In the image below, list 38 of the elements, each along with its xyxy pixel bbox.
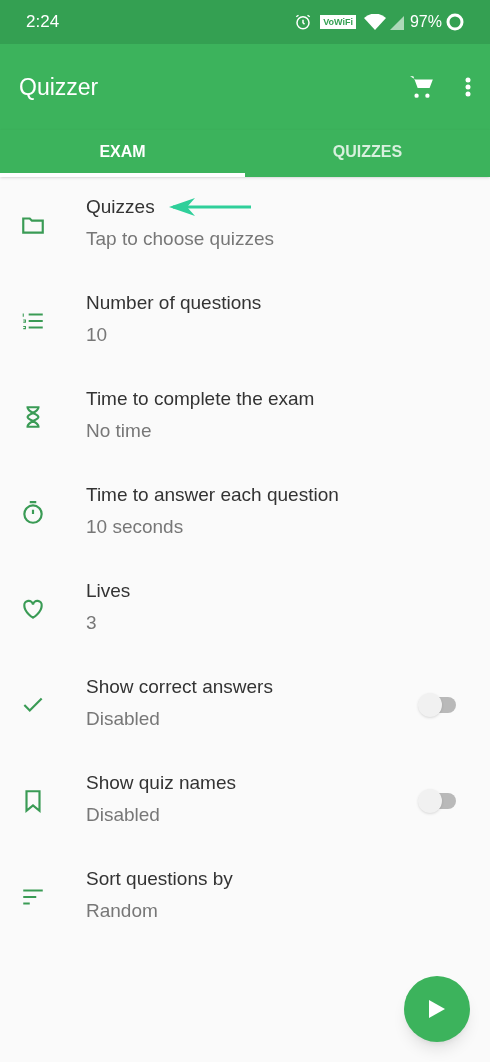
setting-title: Time to answer each question	[86, 482, 339, 507]
alarm-icon	[294, 13, 313, 31]
play-icon	[428, 999, 446, 1019]
arrow-icon	[168, 196, 253, 217]
setting-row[interactable]: Sort questions by Random	[0, 849, 490, 945]
setting-value: 3	[86, 611, 98, 635]
setting-value: Disabled	[86, 707, 161, 731]
vowifi-badge: VoWiFi	[320, 15, 356, 29]
setting-title: Time to complete the exam	[86, 386, 315, 411]
wifi-icon	[363, 14, 386, 30]
cart-icon[interactable]	[409, 74, 435, 100]
setting-value: 10 seconds	[86, 515, 185, 539]
signal-icon	[389, 14, 404, 30]
setting-value: No time	[86, 419, 153, 443]
setting-value: Disabled	[86, 803, 161, 827]
setting-title: Sort questions by	[86, 866, 233, 891]
setting-row[interactable]: Time to answer each question 10 seconds	[0, 465, 490, 561]
setting-row[interactable]: Show quiz names Disabled	[0, 753, 490, 849]
setting-title: Number of questions	[86, 290, 262, 315]
setting-title: Lives	[86, 578, 131, 603]
setting-row[interactable]: Time to complete the exam No time	[0, 369, 490, 465]
setting-title: Show correct answers	[86, 674, 273, 699]
setting-title: Show quiz names	[86, 770, 236, 795]
battery-icon	[446, 13, 464, 31]
setting-value: 10	[86, 323, 109, 347]
clock-time: 2:24	[26, 11, 60, 34]
more-options-icon[interactable]	[465, 77, 471, 97]
setting-title: Quizzes	[86, 194, 155, 219]
play-button[interactable]	[404, 976, 470, 1042]
setting-row[interactable]: Lives 3	[0, 561, 490, 657]
setting-row[interactable]: Quizzes Tap to choose quizzes	[0, 177, 490, 273]
app-title: Quizzer	[19, 72, 99, 102]
setting-row[interactable]: Show correct answers Disabled	[0, 657, 490, 753]
setting-row[interactable]: Number of questions 10	[0, 273, 490, 369]
battery-percent: 97%	[409, 12, 442, 32]
setting-value: Tap to choose quizzes	[86, 227, 275, 251]
stopwatch-icon	[20, 500, 46, 526]
setting-value: Random	[86, 899, 159, 923]
